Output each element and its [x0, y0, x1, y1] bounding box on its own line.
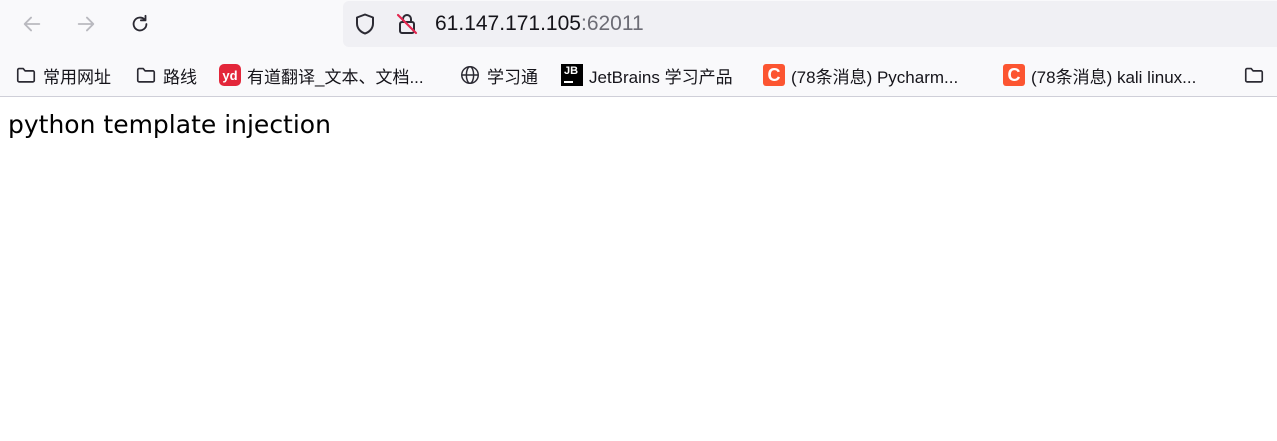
folder-icon — [1243, 64, 1265, 86]
bookmark-label: 学习通 — [487, 67, 538, 87]
reload-icon — [132, 14, 148, 32]
bookmark-xuexitong[interactable]: 学习通 — [459, 62, 538, 88]
folder-icon — [15, 64, 37, 86]
bookmark-label: 路线 — [163, 67, 197, 87]
bookmark-label: (78条消息) kali linux... — [1031, 67, 1197, 87]
bookmark-folder-overflow[interactable] — [1243, 62, 1271, 88]
csdn-icon: C — [1003, 64, 1025, 86]
insecure-lock-icon[interactable] — [395, 12, 419, 36]
globe-icon — [459, 64, 481, 86]
bookmark-csdn-pycharm[interactable]: C (78条消息) Pycharm... — [763, 62, 958, 88]
jetbrains-icon: JB — [561, 64, 583, 86]
browser-toolbar: 61.147.171.105:62011 — [0, 0, 1277, 54]
bookmark-folder-common[interactable]: 常用网址 — [15, 62, 111, 88]
forward-button[interactable] — [68, 6, 104, 42]
bookmark-youdao[interactable]: yd 有道翻译_文本、文档... — [219, 62, 424, 88]
url-host: 61.147.171.105 — [435, 12, 581, 35]
arrow-left-icon — [23, 16, 41, 32]
bookmark-label: 有道翻译_文本、文档... — [247, 67, 424, 87]
csdn-icon: C — [763, 64, 785, 86]
bookmark-label: JetBrains 学习产品 — [589, 67, 733, 87]
bookmark-label: 常用网址 — [43, 67, 111, 87]
address-bar[interactable]: 61.147.171.105:62011 — [343, 1, 1277, 47]
bookmarks-toolbar: 常用网址 路线 yd 有道翻译_文本、文档... 学习通 JB JetBrain… — [0, 54, 1277, 97]
youdao-icon: yd — [219, 64, 241, 86]
bookmark-label: (78条消息) Pycharm... — [791, 67, 959, 87]
bookmark-csdn-kali[interactable]: C (78条消息) kali linux... — [1003, 62, 1196, 88]
reload-button[interactable] — [122, 6, 158, 42]
bookmark-folder-route[interactable]: 路线 — [135, 62, 197, 88]
arrow-right-icon — [77, 16, 95, 32]
url-text[interactable]: 61.147.171.105:62011 — [435, 12, 644, 36]
url-port: :62011 — [580, 12, 644, 35]
page-body-text: python template injection — [8, 110, 331, 139]
tracking-protection-shield-icon[interactable] — [353, 12, 377, 36]
bookmark-jetbrains[interactable]: JB JetBrains 学习产品 — [561, 62, 733, 88]
back-button[interactable] — [14, 6, 50, 42]
folder-icon — [135, 64, 157, 86]
